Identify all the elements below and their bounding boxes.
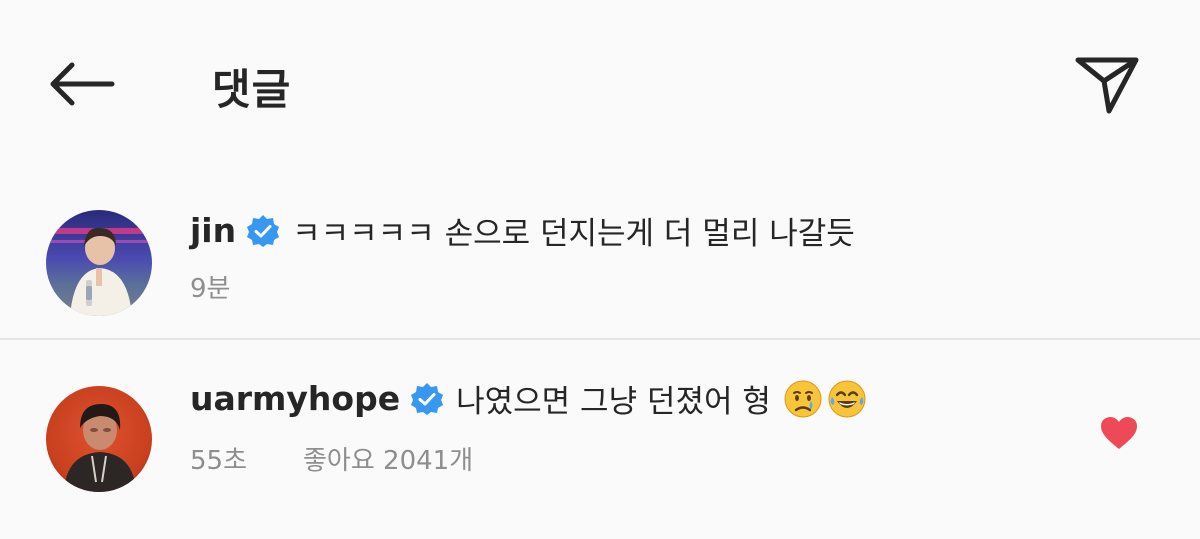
back-button[interactable] [44,52,120,116]
arrow-left-icon [50,62,115,106]
heart-filled-icon [1101,417,1137,449]
user-photo-image [46,210,152,316]
share-button[interactable] [1070,48,1144,120]
comment-username[interactable]: uarmyhope [190,379,400,418]
verified-badge-icon [410,382,444,416]
comment-meta: 9분 [190,268,230,305]
crying-face-emoji [783,379,823,419]
comment-username[interactable]: jin [190,211,236,250]
page-title: 댓글 [212,65,292,114]
comment-item: uarmyhope 나였으면 그냥 던졌어 형 55초 좋아요 2041개 [0,372,1200,512]
divider [0,338,1200,340]
user-photo-image [46,386,152,492]
comment-time: 9분 [190,274,231,304]
comment-time: 55초 [190,446,248,476]
avatar[interactable] [46,210,152,316]
comment-body: uarmyhope 나였으면 그냥 던졌어 형 [190,376,867,421]
verified-badge-icon [246,214,280,248]
comment-text: 나였으면 그냥 던졌어 형 [456,384,771,420]
tears-of-joy-emoji [827,379,867,419]
comment-text: ㅋㅋㅋㅋㅋ 손으로 던지는게 더 멀리 나갈듯 [292,216,855,252]
comment-meta: 55초 좋아요 2041개 [190,440,473,477]
comment-item: jin ㅋㅋㅋㅋㅋ 손으로 던지는게 더 멀리 나갈듯 9분 [0,200,1200,338]
likes-count[interactable]: 좋아요 2041개 [303,440,473,477]
paper-plane-icon [1075,57,1139,114]
like-button[interactable] [1100,416,1138,450]
comment-body: jin ㅋㅋㅋㅋㅋ 손으로 던지는게 더 멀리 나갈듯 [190,208,855,253]
header-bar: 댓글 [0,0,1200,170]
avatar[interactable] [46,386,152,492]
